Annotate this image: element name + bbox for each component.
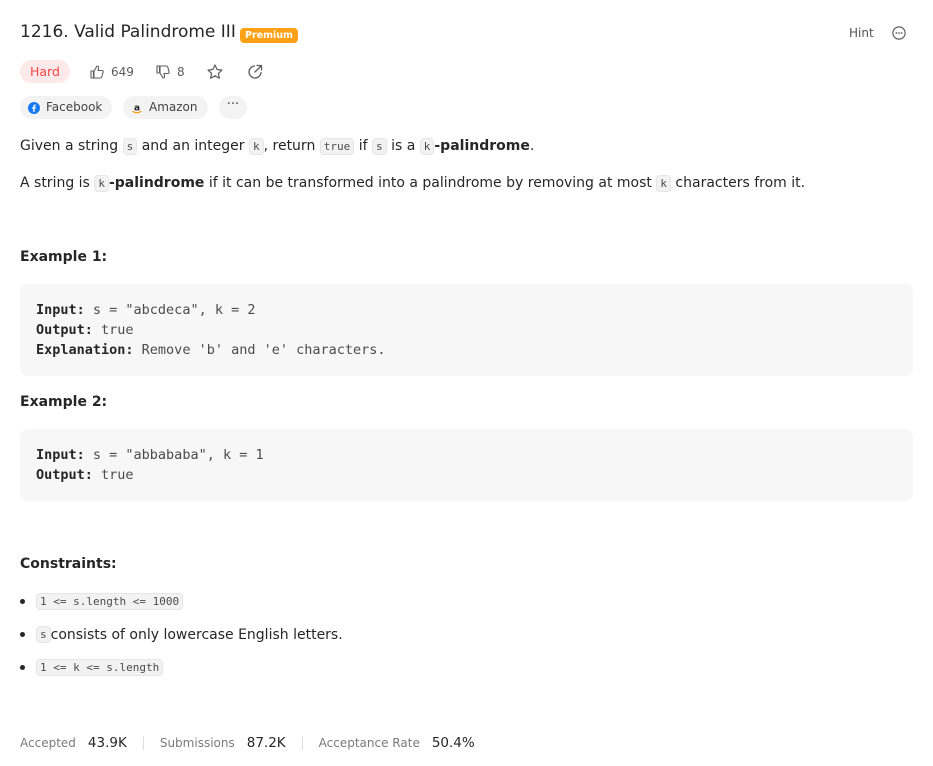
amazon-logo-icon: a	[132, 103, 142, 113]
constraint-item: 1 <= k <= s.length	[20, 659, 164, 676]
dislike-count: 8	[177, 65, 185, 79]
acceptance-rate-value: 50.4%	[431, 735, 475, 751]
description-line-1: Given a string s and an integer k, retur…	[20, 138, 535, 155]
example-2-block: Input: s = "abbababa", k = 1 Output: tru…	[20, 429, 913, 501]
premium-badge: Premium	[240, 28, 298, 43]
bullet	[20, 665, 25, 670]
more-companies-button[interactable]: ···	[219, 96, 247, 119]
company-tag-facebook[interactable]: Facebook	[20, 96, 113, 119]
share-icon[interactable]	[246, 63, 264, 81]
thumbs-down-icon	[156, 65, 170, 79]
facebook-logo-icon	[28, 101, 40, 114]
example-1-block: Input: s = "abcdeca", k = 2 Output: true…	[20, 284, 913, 376]
company-label: Facebook	[46, 100, 103, 114]
submissions-value: 87.2K	[246, 735, 286, 751]
difficulty-badge: Hard	[20, 60, 70, 83]
stats-footer: Accepted 43.9K Submissions 87.2K Accepta…	[20, 735, 475, 751]
hint-button[interactable]: Hint	[849, 26, 874, 40]
constraints-heading: Constraints:	[20, 556, 117, 572]
thumbs-up-icon	[90, 65, 104, 79]
acceptance-rate-label: Acceptance Rate	[318, 736, 420, 750]
bullet	[20, 632, 25, 637]
company-label: Amazon	[149, 100, 198, 114]
dislike-button[interactable]: 8	[155, 62, 185, 82]
company-tag-amazon[interactable]: a Amazon	[123, 96, 208, 119]
more-horizontal-circle-icon[interactable]	[892, 26, 906, 40]
accepted-value: 43.9K	[87, 735, 127, 751]
constraint-item: s consists of only lowercase English let…	[20, 626, 343, 643]
constraint-item: 1 <= s.length <= 1000	[20, 593, 184, 610]
problem-title: 1216. Valid Palindrome III	[20, 22, 236, 42]
example-1-heading: Example 1:	[20, 249, 108, 265]
accepted-label: Accepted	[20, 736, 76, 750]
like-count: 649	[111, 65, 134, 79]
description-line-2: A string is k -palindrome if it can be tr…	[20, 175, 806, 192]
example-2-heading: Example 2:	[20, 394, 108, 410]
submissions-label: Submissions	[159, 736, 235, 750]
like-button[interactable]: 649	[89, 62, 134, 82]
star-icon[interactable]	[206, 63, 224, 81]
divider	[301, 736, 303, 750]
divider	[142, 736, 144, 750]
bullet	[20, 599, 25, 604]
